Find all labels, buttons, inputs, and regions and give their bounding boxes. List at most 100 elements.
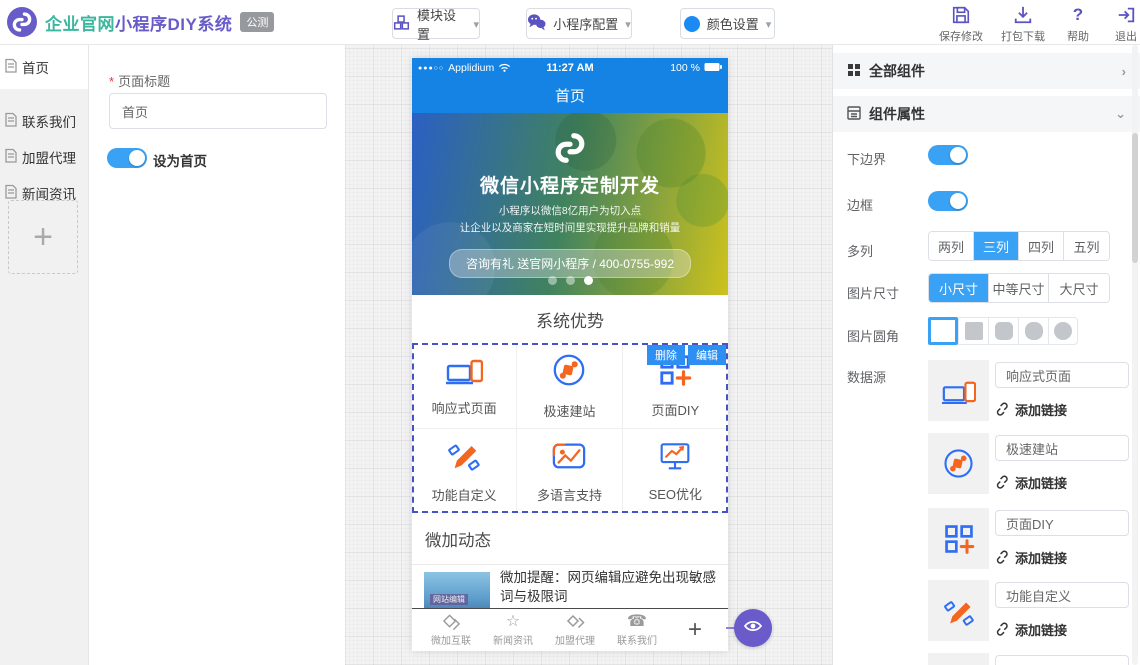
diamonds-icon: [566, 613, 585, 631]
carousel-dot[interactable]: [548, 276, 557, 285]
image-size-large[interactable]: 大尺寸: [1049, 274, 1109, 302]
page-title-input[interactable]: [109, 93, 327, 129]
responsive-icon: [446, 355, 483, 390]
image-size-medium[interactable]: 中等尺寸: [989, 274, 1049, 302]
carousel-dot[interactable]: [566, 276, 575, 285]
module-settings-button[interactable]: 模块设置: [392, 8, 480, 39]
add-link-button[interactable]: 添加链接: [995, 400, 1067, 419]
floppy-save-icon: [951, 5, 971, 25]
tab-label: 联系我们: [617, 632, 657, 647]
datasource-row-diy: 添加链接: [928, 508, 1128, 569]
sidebar-item-label: 加盟代理: [22, 147, 76, 167]
advantages-section-title: 系统优势: [412, 295, 728, 343]
set-home-toggle[interactable]: [107, 148, 147, 168]
panel-scrollbar-thumb[interactable]: [1132, 133, 1138, 263]
add-link-label: 添加链接: [1015, 548, 1067, 567]
custom-func-icon: [928, 580, 989, 641]
radius-option-circle[interactable]: [1048, 317, 1078, 345]
edit-component-button[interactable]: 编辑: [688, 345, 726, 365]
tab-news[interactable]: 新闻资讯: [482, 613, 544, 647]
chain-link-icon: [995, 474, 1010, 492]
hero-logo-icon: [553, 131, 587, 165]
star-icon: [506, 613, 520, 631]
news-thumbnail-caption: 网站编辑: [430, 594, 468, 605]
feature-label: 功能自定义: [432, 485, 497, 504]
image-size-small-selected[interactable]: 小尺寸: [929, 274, 989, 302]
hero-title: 微信小程序定制开发: [412, 171, 728, 198]
datasource-input[interactable]: [995, 435, 1129, 461]
radius-option-more-rounded[interactable]: [1018, 317, 1048, 345]
sidebar-item-home[interactable]: 首页: [0, 45, 88, 89]
page-diy-icon: [928, 508, 989, 569]
help-button[interactable]: 帮助: [1054, 5, 1102, 44]
speed-build-icon: [928, 433, 989, 494]
bottom-border-toggle[interactable]: [928, 145, 968, 165]
radius-shape: [1054, 322, 1072, 340]
carousel-dot-active[interactable]: [584, 276, 593, 285]
datasource-input[interactable]: [995, 582, 1129, 608]
features-component[interactable]: 删除 编辑 响应式页面 极速建站 页面DIY 功能自定义: [412, 343, 728, 513]
miniprogram-config-button[interactable]: 小程序配置: [526, 8, 632, 39]
feature-cell-seo[interactable]: SEO优化: [623, 429, 728, 513]
help-label: 帮助: [1067, 28, 1089, 44]
tab-contact[interactable]: 联系我们: [606, 613, 668, 647]
border-toggle[interactable]: [928, 191, 968, 211]
columns-option-2[interactable]: 两列: [929, 232, 974, 260]
add-link-button[interactable]: 添加链接: [995, 473, 1067, 492]
add-link-button[interactable]: 添加链接: [995, 620, 1067, 639]
chain-link-icon: [995, 621, 1010, 639]
news-thumbnail: 网站编辑: [424, 572, 490, 608]
exit-button[interactable]: 退出: [1102, 5, 1140, 44]
preview-button[interactable]: [734, 609, 772, 647]
phone-icon: [627, 613, 647, 631]
columns-option-4[interactable]: 四列: [1019, 232, 1064, 260]
datasource-label: 数据源: [847, 367, 886, 386]
sidebar-item-agents[interactable]: 加盟代理: [0, 139, 88, 175]
radius-shape: [965, 322, 983, 340]
radius-option-rounded[interactable]: [988, 317, 1018, 345]
speed-build-icon: [551, 352, 587, 393]
add-link-button[interactable]: 添加链接: [995, 548, 1067, 567]
app-logo-icon: [7, 7, 37, 37]
page-doc-icon: [4, 148, 17, 166]
save-button[interactable]: 保存修改: [930, 5, 992, 44]
app-title-part2: 小程序DIY系统: [115, 15, 232, 34]
feature-cell-responsive[interactable]: 响应式页面: [412, 343, 517, 429]
feature-cell-speed[interactable]: 极速建站: [517, 343, 622, 429]
feature-cell-language[interactable]: 多语言支持: [517, 429, 622, 513]
hero-cta-button[interactable]: 咨询有礼 送官网小程序 / 400-0755-992: [449, 249, 691, 278]
add-page-button[interactable]: [8, 200, 78, 274]
phone-tab-bar: 微加互联 新闻资讯 加盟代理 联系我们: [412, 608, 728, 651]
datasource-input[interactable]: [995, 362, 1129, 388]
radius-option-none-selected[interactable]: [928, 317, 958, 345]
feature-cell-custom[interactable]: 功能自定义: [412, 429, 517, 513]
responsive-icon: [928, 360, 989, 421]
hero-subtitle-2: 让企业以及商家在短时间里实现提升品牌和销量: [412, 220, 728, 235]
feature-label: 响应式页面: [432, 398, 497, 417]
all-components-header[interactable]: 全部组件: [833, 53, 1140, 89]
component-props-header[interactable]: 组件属性: [833, 96, 1140, 132]
datasource-input[interactable]: [995, 510, 1129, 536]
sidebar-item-contact[interactable]: 联系我们: [0, 103, 88, 139]
wechat-icon: [527, 13, 546, 34]
hero-banner[interactable]: 微信小程序定制开发 小程序以微信8亿用户为切入点 让企业以及商家在短时间里实现提…: [412, 113, 728, 295]
delete-component-button[interactable]: 删除: [647, 345, 685, 365]
tab-agents[interactable]: 加盟代理: [544, 613, 606, 647]
news-section-title: 微加动态: [412, 513, 728, 565]
download-button[interactable]: 打包下载: [992, 5, 1054, 44]
datasource-input[interactable]: [995, 655, 1129, 665]
add-link-label: 添加链接: [1015, 473, 1067, 492]
miniprogram-config-label: 小程序配置: [553, 14, 618, 33]
columns-option-5[interactable]: 五列: [1064, 232, 1109, 260]
battery-percent: 100 %: [670, 62, 700, 74]
color-settings-button[interactable]: 颜色设置: [680, 8, 775, 39]
datasource-row-responsive: 添加链接: [928, 360, 1128, 421]
exit-icon: [1116, 5, 1136, 25]
tab-weijia[interactable]: 微加互联: [420, 613, 482, 647]
news-list-item[interactable]: 网站编辑 微加提醒：网页编辑应避免出现敏感词与极限词: [412, 565, 728, 608]
columns-option-3-selected[interactable]: 三列: [974, 232, 1019, 260]
grid-icon: [847, 63, 861, 80]
tab-add-button[interactable]: [688, 616, 702, 644]
component-properties-panel: 全部组件 组件属性 下边界 边框 多列 两列 三列 四列 五列 图片尺寸 小尺寸…: [832, 45, 1140, 665]
radius-option-slight[interactable]: [958, 317, 988, 345]
